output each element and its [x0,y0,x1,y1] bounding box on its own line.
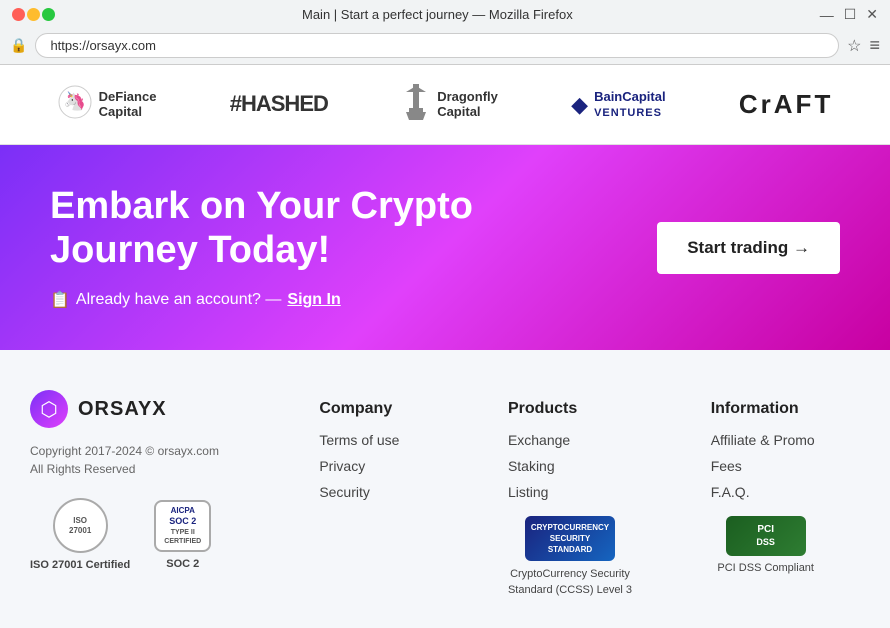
sponsor-defiance: 🦄 DeFianceCapital [57,84,157,126]
footer-columns: Company Terms of use Privacy Security Pr… [280,390,860,598]
footer-link-exchange[interactable]: Exchange [508,432,632,448]
iso-circle: ISO27001 [53,498,108,553]
sponsors-bar: 🦄 DeFianceCapital #HASHED DragonflyCapit… [0,65,890,145]
bain-icon: ◆ [571,92,588,118]
footer-link-fees[interactable]: Fees [711,458,821,474]
sponsor-bain: ◆ BainCapitalVENTURES [571,90,665,119]
sponsor-dragonfly: DragonflyCapital [401,84,498,126]
address-bar: 🔒 ☆ ≡ [0,29,890,64]
soc2-badge: AICPA SOC 2 TYPE II CERTIFIED SOC 2 [154,500,211,570]
ccss-logo: CRYPTOCURRENCYSECURITYSTANDARD [525,516,615,561]
close-traffic-light[interactable] [12,8,25,21]
sponsor-hashed: #HASHED [230,92,328,116]
ccss-badge: CRYPTOCURRENCYSECURITYSTANDARD CryptoCur… [508,516,632,598]
footer-link-affiliate[interactable]: Affiliate & Promo [711,432,821,448]
start-trading-button[interactable]: Start trading → [657,222,840,274]
svg-text:🦄: 🦄 [63,90,85,111]
hero-signin-text: Already have an account? — [76,291,281,309]
iso-badge: ISO27001 ISO 27001 Certified [30,498,130,571]
hero-left: Embark on Your Crypto Journey Today! 📋 A… [50,185,524,310]
defiance-name: DeFianceCapital [99,90,157,119]
footer-col-company: Company Terms of use Privacy Security [319,400,429,598]
footer-link-listing[interactable]: Listing [508,484,632,500]
footer-left: ⬡ ORSAYX Copyright 2017-2024 © orsayx.co… [30,390,260,598]
footer-link-staking[interactable]: Staking [508,458,632,474]
footer-logo: ⬡ ORSAYX [30,390,260,428]
window-controls: — ☐ ✕ [820,6,878,23]
defiance-icon: 🦄 [57,84,93,126]
soc2-label: SOC 2 [166,558,199,570]
hero-title: Embark on Your Crypto Journey Today! [50,185,524,272]
maximize-button[interactable]: ☐ [844,6,857,23]
hashed-name: #HASHED [230,92,328,116]
menu-icon[interactable]: ≡ [869,35,880,56]
dragonfly-name: DragonflyCapital [437,90,498,119]
footer-col-products: Products Exchange Staking Listing CRYPTO… [508,400,632,598]
iso-label: ISO 27001 Certified [30,559,130,571]
soc2-box: AICPA SOC 2 TYPE II CERTIFIED [154,500,211,552]
products-col-title: Products [508,400,632,418]
url-input[interactable] [35,33,839,58]
minimize-button[interactable]: — [820,6,834,23]
traffic-lights [12,8,55,21]
footer-logo-icon: ⬡ [30,390,68,428]
footer-logo-name: ORSAYX [78,398,167,421]
footer-link-faq[interactable]: F.A.Q. [711,484,821,500]
dragonfly-icon [401,84,431,126]
footer: ⬡ ORSAYX Copyright 2017-2024 © orsayx.co… [0,350,890,628]
lock-icon: 🔒 [10,37,27,54]
bookmark-icon[interactable]: ☆ [847,36,861,56]
maximize-traffic-light[interactable] [42,8,55,21]
minimize-traffic-light[interactable] [27,8,40,21]
title-bar: Main | Start a perfect journey — Mozilla… [0,0,890,29]
sponsor-craft: CrAFT [739,90,833,119]
footer-link-privacy[interactable]: Privacy [319,458,429,474]
ccss-label: CryptoCurrency Security Standard (CCSS) … [508,567,632,598]
company-col-title: Company [319,400,429,418]
pci-logo: PCIDSS [726,516,806,556]
information-col-title: Information [711,400,821,418]
title-bar-left [12,8,55,21]
footer-link-security[interactable]: Security [319,484,429,500]
footer-link-terms[interactable]: Terms of use [319,432,429,448]
signin-link[interactable]: Sign In [287,291,340,309]
hero-signin-icon: 📋 [50,290,70,310]
browser-title: Main | Start a perfect journey — Mozilla… [55,7,820,22]
footer-badges: ISO27001 ISO 27001 Certified AICPA SOC 2… [30,498,260,571]
bain-name: BainCapitalVENTURES [594,90,666,119]
close-button[interactable]: ✕ [866,6,878,23]
craft-name: CrAFT [739,90,833,119]
hero-banner: Embark on Your Crypto Journey Today! 📋 A… [0,145,890,350]
pci-badge: PCIDSS PCI DSS Compliant [711,516,821,574]
hero-signin: 📋 Already have an account? — Sign In [50,290,524,310]
footer-copyright: Copyright 2017-2024 © orsayx.com All Rig… [30,442,260,478]
pci-label: PCI DSS Compliant [717,562,814,574]
browser-chrome: Main | Start a perfect journey — Mozilla… [0,0,890,65]
footer-col-information: Information Affiliate & Promo Fees F.A.Q… [711,400,821,598]
